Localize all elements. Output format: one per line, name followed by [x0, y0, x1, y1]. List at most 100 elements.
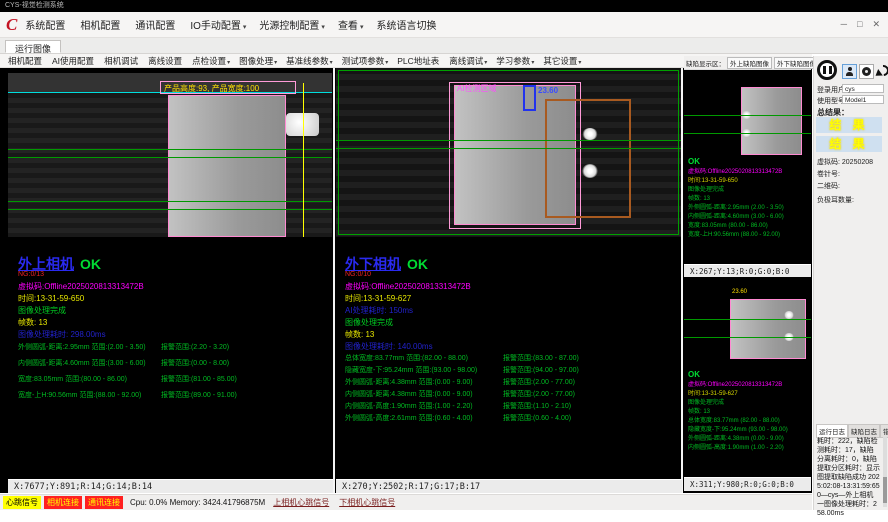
tool-spot-check[interactable]: 点检设置▾	[192, 55, 230, 67]
menu-label: 通讯配置	[135, 21, 175, 32]
measurement-row: 内侧圆弧-高度:1.90mm 范围:(1.00 - 2.20)报警范围:(1.1…	[345, 401, 677, 411]
menu-item-view[interactable]: 查看▾	[338, 17, 364, 32]
ok-status: OK	[688, 157, 700, 166]
menu-label: 相机配置	[80, 21, 120, 32]
defect-tab-upper[interactable]: 外上缺陷图像	[727, 57, 772, 69]
alarm-range: 报警范围:(81.00 - 85.00)	[161, 374, 237, 384]
menu-item-light-control[interactable]: 光源控制配置▾	[259, 17, 325, 32]
menu-item-system-config[interactable]: 系统配置	[25, 17, 67, 32]
ng-counter: NG:0/10	[345, 271, 371, 278]
thumb-line: 图像处理完成	[688, 186, 784, 195]
blue-measure-value: 23.60	[538, 86, 558, 95]
log-tab-error[interactable]: 错误日志	[880, 424, 888, 438]
upper-camera-heartbeat-link[interactable]: 上相机心跳信号	[273, 497, 329, 508]
tool-plc-address[interactable]: PLC地址表	[397, 55, 440, 67]
defect-thumbnail-lower[interactable]: 23.60 OK 虚拟码:Offline2025020813313472B 时间…	[684, 277, 811, 477]
thumb-line: 外侧圆弧-距离:4.38mm (0.00 - 9.00)	[688, 435, 788, 444]
model-value-field[interactable]: Model1	[842, 95, 884, 104]
measurement-value: 隐藏宽度-下:95.24mm 范围:(93.00 - 98.00)	[345, 365, 477, 375]
tool-label: 图像处理	[239, 56, 273, 66]
thumb-line: 虚拟码:Offline2025020813313472B	[688, 168, 784, 177]
process-done: 图像处理完成	[345, 317, 393, 328]
product-region	[168, 95, 286, 237]
measurement-value: 外侧圆弧-距离:2.95mm 范围:(2.00 - 3.50)	[18, 342, 146, 352]
app-logo-icon: C	[6, 15, 17, 35]
thumb-line: 宽度:83.05mm (80.00 - 86.00)	[688, 222, 784, 231]
thumb-line: 虚拟码:Offline2025020813313472B	[688, 381, 788, 390]
scrollbar-thumb[interactable]	[883, 477, 887, 503]
chevron-down-icon: ▾	[243, 24, 247, 31]
close-button[interactable]: ✕	[872, 19, 880, 30]
measure-line	[336, 148, 681, 149]
maximize-button[interactable]: □	[857, 19, 862, 30]
menu-item-language-switch[interactable]: 系统语言切换	[376, 17, 438, 32]
measure-line	[684, 337, 811, 338]
defect-thumbnail-upper[interactable]: OK 虚拟码:Offline2025020813313472B 时间:13-31…	[684, 71, 811, 264]
measure-line	[8, 209, 332, 210]
process-cost: 图像处理耗时: 140.00ms	[345, 341, 433, 352]
defect-display-bar: 缺陷显示区： 外上缺陷图像 外下缺陷图像	[684, 56, 811, 70]
lower-camera-image[interactable]: 23.60 AI检测区域	[336, 68, 681, 237]
tool-label: AI使用配置	[52, 56, 94, 66]
alarm-range: 报警范围:(2.00 - 77.00)	[503, 377, 575, 387]
user-value-field[interactable]: cys	[842, 84, 884, 93]
reflection-spot	[582, 128, 598, 140]
tool-label: 相机调试	[104, 56, 138, 66]
control-panel: 登录用户: cys 使用型号: Model1 总结果： 结 果 结 果 虚拟码:…	[813, 56, 888, 510]
thumbnail-result-lines: 虚拟码:Offline2025020813313472B 时间:13-31-59…	[688, 168, 784, 240]
thumb-line: 内侧圆弧-高度:1.90mm (1.00 - 2.20)	[688, 444, 788, 453]
minimize-button[interactable]: ─	[841, 19, 847, 30]
defect-area-label: 缺陷显示区：	[686, 58, 725, 68]
measure-line	[8, 157, 332, 158]
measure-line	[684, 133, 811, 134]
menu-item-camera-config[interactable]: 相机配置	[80, 17, 122, 32]
tool-label: 离线调试	[449, 56, 483, 66]
comm-connection-badge: 通讯连接	[85, 496, 123, 509]
tool-camera-config[interactable]: 相机配置	[8, 55, 43, 67]
measurement-value: 外侧圆弧-距离:4.38mm 范围:(0.00 - 9.00)	[345, 377, 473, 387]
tool-image-process[interactable]: 图像处理▾	[239, 55, 277, 67]
title-bar[interactable]: CYS-视觉检测系统	[0, 0, 888, 12]
lower-camera-pixel-coord: X:270;Y:2502;R:17;G:17;B:17	[336, 479, 682, 493]
thumb-line: 外侧圆弧-距离:2.95mm (2.00 - 3.50)	[688, 204, 784, 213]
manual-trigger-button[interactable]	[842, 64, 857, 79]
lower-camera-heartbeat-link[interactable]: 下相机心跳信号	[339, 497, 395, 508]
tool-baseline-params[interactable]: 基准线参数▾	[286, 55, 333, 67]
chevron-down-icon: ▾	[360, 24, 364, 31]
tool-other-settings[interactable]: 其它设置▾	[543, 55, 581, 67]
ai-region-label: AI检测区域	[457, 83, 497, 94]
tool-camera-debug[interactable]: 相机调试	[104, 55, 139, 67]
thumb-line: 总体宽度:83.77mm (82.00 - 88.00)	[688, 417, 788, 426]
thumb-line: 帧数: 13	[688, 408, 788, 417]
thumb-line: 时间:13-31-59-627	[688, 390, 788, 399]
pause-button[interactable]	[817, 60, 837, 80]
menu-item-io-manual-config[interactable]: IO手动配置▾	[190, 17, 246, 32]
switch-view-button[interactable]	[875, 62, 888, 80]
menu-item-comm-config[interactable]: 通讯配置	[135, 17, 177, 32]
tool-ai-use-config[interactable]: AI使用配置	[52, 55, 95, 67]
tool-learn-params[interactable]: 学习参数▾	[496, 55, 534, 67]
app-window: CYS-视觉检测系统 C 系统配置 相机配置 通讯配置 IO手动配置▾ 光源控制…	[0, 0, 888, 522]
log-tab-defect[interactable]: 缺陷日志	[848, 424, 880, 438]
tool-label: 其它设置	[543, 56, 577, 66]
roi-orange-box	[545, 99, 631, 218]
measurement-value: 宽度:83.05mm 范围:(80.00 - 86.00)	[18, 374, 127, 384]
log-text: 耗时：222，缺陷检测耗时：17，缺陷分离耗时：0，缺陷提取分区耗时：显示图提取…	[817, 437, 880, 518]
tool-offline-debug[interactable]: 离线调试▾	[449, 55, 487, 67]
ok-status: OK	[688, 370, 700, 379]
snapshot-button[interactable]	[859, 64, 874, 79]
tool-offline-setting[interactable]: 离线设置	[148, 55, 183, 67]
alarm-range: 报警范围:(2.00 - 77.00)	[503, 389, 575, 399]
log-scrollbar[interactable]	[883, 437, 887, 507]
tool-test-params[interactable]: 测试项参数▾	[342, 55, 389, 67]
log-tab-run[interactable]: 运行日志	[816, 424, 848, 438]
lower-camera-results: 外下相机OK NG:0/10 虚拟码:Offline20250208133134…	[345, 254, 677, 484]
virtual-code: 虚拟码:Offline2025020813313472B	[345, 281, 471, 292]
reflection-spot	[784, 311, 794, 319]
camera-connection-badge: 相机连接	[44, 496, 82, 509]
ai-cost: AI处理耗时: 150ms	[345, 305, 413, 316]
chevron-down-icon: ▾	[385, 60, 388, 66]
upper-camera-image[interactable]: 产品高度:93, 产品宽度:100	[8, 73, 332, 237]
tab-run-image[interactable]: 运行图像	[5, 40, 61, 53]
thumbnail-result-lines: 虚拟码:Offline2025020813313472B 时间:13-31-59…	[688, 381, 788, 453]
